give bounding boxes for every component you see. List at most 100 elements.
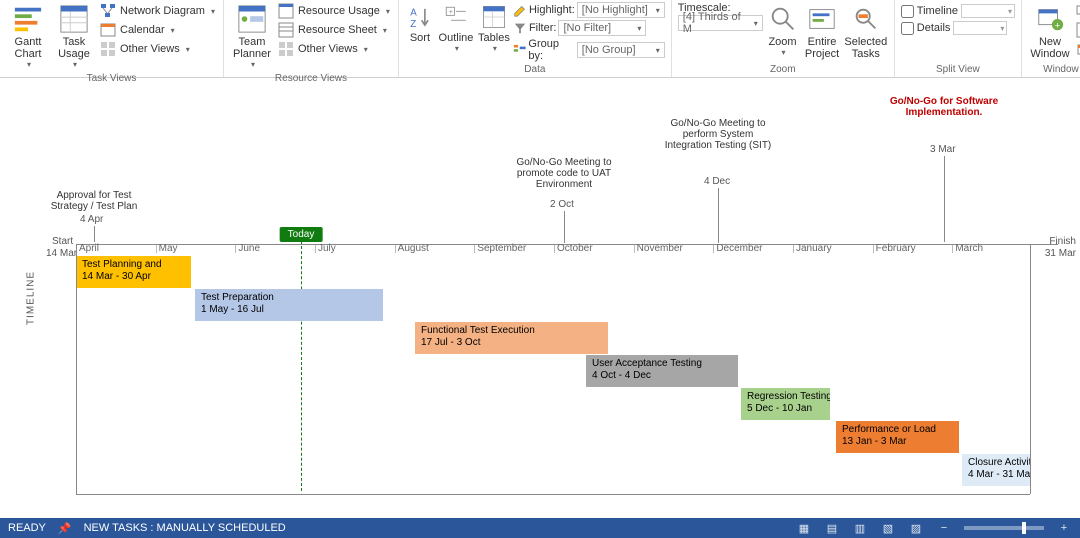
zoom-out-icon[interactable]: − [936, 520, 952, 536]
groupby-row[interactable]: Group by: [No Group]▾ [513, 38, 665, 62]
today-marker: Today [280, 227, 323, 242]
svg-text:+: + [1055, 20, 1060, 30]
month-tick: May [156, 245, 178, 253]
team-planner-button[interactable]: Team Planner ▾ [230, 2, 274, 71]
timeline-axis: AprilMayJuneJulyAugustSeptemberOctoberNo… [76, 244, 1058, 245]
timeline-combo[interactable]: ▾ [961, 4, 1015, 18]
task-bar[interactable]: User Acceptance Testing4 Oct - 4 Dec [586, 355, 738, 387]
caret-icon: ▾ [364, 45, 368, 54]
task-name: Closure Activities [968, 457, 1024, 469]
task-name: User Acceptance Testing [592, 358, 732, 370]
hide-button[interactable] [1074, 40, 1080, 58]
zoom-button[interactable]: Zoom ▾ [765, 2, 801, 59]
network-diagram-button[interactable]: Network Diagram▾ [98, 2, 217, 20]
group-resource-views: Team Planner ▾ Resource Usage▾ Resource … [224, 0, 399, 77]
task-usage-button[interactable]: Task Usage ▾ [52, 2, 96, 71]
new-window-button[interactable]: + New Window [1028, 2, 1072, 62]
entire-project-button[interactable]: Entire Project [802, 2, 842, 62]
timeline-checkbox-row[interactable]: Timeline ▾ [901, 4, 1015, 18]
task-bar[interactable]: Test Preparation1 May - 16 Jul [195, 289, 383, 321]
svg-text:+: + [449, 7, 453, 16]
status-new-tasks[interactable]: NEW TASKS : MANUALLY SCHEDULED [84, 522, 286, 534]
outline-button[interactable]: + Outline ▾ [437, 2, 475, 55]
filter-value[interactable]: [No Filter]▾ [558, 20, 646, 36]
task-name: Regression Testing [747, 391, 824, 403]
details-checkbox[interactable] [901, 22, 914, 35]
group-label: Split View [901, 62, 1015, 77]
task-dates: 13 Jan - 3 Mar [842, 436, 953, 448]
group-value[interactable]: [No Group]▾ [577, 42, 665, 58]
zoom-in-icon[interactable]: + [1056, 520, 1072, 536]
details-check-label: Details [917, 22, 951, 34]
gantt-label: Gantt Chart [8, 36, 48, 60]
sort-button[interactable]: AZ Sort [405, 2, 435, 46]
month-tick: December [713, 245, 762, 253]
caret-icon: ▾ [186, 45, 190, 54]
month-tick: September [474, 245, 526, 253]
view-shortcut-3-icon[interactable]: ▥ [852, 520, 868, 536]
task-bar[interactable]: Performance or Load13 Jan - 3 Mar [836, 421, 959, 453]
resource-usage-label: Resource Usage [298, 5, 380, 17]
caret-icon: ▾ [251, 60, 255, 69]
highlight-row[interactable]: Highlight: [No Highlight]▾ [513, 2, 665, 18]
tables-button[interactable]: Tables ▾ [477, 2, 511, 55]
filter-label: Filter: [529, 22, 557, 34]
details-combo[interactable]: ▾ [953, 21, 1007, 35]
selected-tasks-button[interactable]: Selected Tasks [844, 2, 888, 62]
milestone-label[interactable]: Go/No-Go Meeting to promote code to UAT … [504, 157, 624, 190]
timescale-value[interactable]: [4] Thirds of M▾ [678, 15, 763, 31]
month-tick: January [793, 245, 832, 253]
highlight-value[interactable]: [No Highlight]▾ [577, 2, 665, 18]
arrange-all-button[interactable] [1074, 21, 1080, 39]
group-label: Window [1028, 62, 1080, 77]
switch-windows-button[interactable] [1074, 2, 1080, 20]
milestone-label[interactable]: Go/No-Go Meeting to perform System Integ… [663, 118, 773, 151]
svg-text:A: A [410, 7, 417, 18]
other-views-res-button[interactable]: Other Views▾ [276, 40, 392, 58]
entire-project-label: Entire Project [804, 36, 840, 60]
calendar-label: Calendar [120, 24, 165, 36]
pin-icon: 📌 [58, 522, 72, 535]
start-label: Start [52, 236, 73, 247]
details-checkbox-row[interactable]: Details ▾ [901, 21, 1015, 35]
resource-sheet-button[interactable]: Resource Sheet▾ [276, 21, 392, 39]
milestone-connector [944, 156, 945, 242]
milestone-connector [94, 226, 95, 242]
milestone-label[interactable]: Approval for Test Strategy / Test Plan [44, 190, 144, 212]
month-tick: October [554, 245, 593, 253]
milestone-date: 2 Oct [550, 199, 574, 210]
task-bar[interactable]: Functional Test Execution17 Jul - 3 Oct [415, 322, 608, 354]
task-dates: 17 Jul - 3 Oct [421, 337, 602, 349]
selected-tasks-label: Selected Tasks [844, 36, 887, 60]
task-bar[interactable]: Test Planning and14 Mar - 30 Apr [76, 256, 191, 288]
task-name: Performance or Load [842, 424, 953, 436]
task-bar[interactable]: Closure Activities4 Mar - 31 Mar [962, 454, 1030, 486]
filter-row[interactable]: Filter: [No Filter]▾ [513, 20, 665, 36]
caret-icon: ▾ [211, 7, 215, 16]
timeline-panel: TIMELINE AprilMayJuneJulyAugustSeptember… [0, 78, 1080, 518]
sort-label: Sort [410, 32, 430, 44]
calendar-button[interactable]: Calendar ▾ [98, 21, 217, 39]
resource-usage-button[interactable]: Resource Usage▾ [276, 2, 392, 20]
status-ready: READY [8, 522, 46, 534]
view-shortcut-5-icon[interactable]: ▨ [908, 520, 924, 536]
caret-icon: ▾ [782, 48, 786, 57]
gantt-chart-button[interactable]: Gantt Chart ▾ [6, 2, 50, 71]
other-views-label: Other Views [120, 43, 180, 55]
view-shortcut-2-icon[interactable]: ▤ [824, 520, 840, 536]
zoom-label: Zoom [768, 36, 796, 48]
month-tick: August [395, 245, 429, 253]
caret-icon: ▾ [171, 26, 175, 35]
milestone-label[interactable]: Go/No-Go for Software Implementation. [889, 96, 999, 118]
highlight-label: Highlight: [529, 4, 575, 16]
group-split-view: Timeline ▾ Details ▾ Split View [895, 0, 1022, 77]
task-dates: 4 Oct - 4 Dec [592, 370, 732, 382]
timeline-canvas[interactable]: AprilMayJuneJulyAugustSeptemberOctoberNo… [24, 78, 1076, 518]
view-shortcut-4-icon[interactable]: ▧ [880, 520, 896, 536]
view-shortcut-1-icon[interactable]: ▦ [796, 520, 812, 536]
timeline-checkbox[interactable] [901, 5, 914, 18]
task-bar[interactable]: Regression Testing5 Dec - 10 Jan [741, 388, 830, 420]
zoom-slider[interactable] [964, 526, 1044, 530]
task-name: Test Planning and [82, 259, 185, 271]
other-views-button[interactable]: Other Views ▾ [98, 40, 217, 58]
